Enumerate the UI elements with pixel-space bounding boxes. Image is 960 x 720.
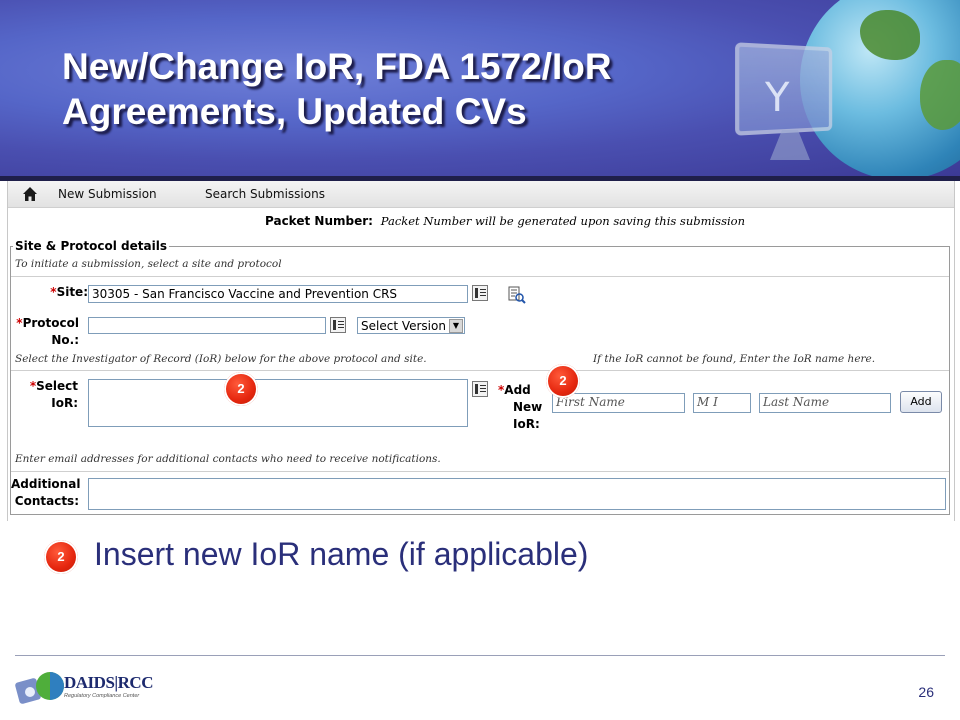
intro-note: To initiate a submission, select a site … xyxy=(15,258,282,270)
protocol-label-text: Protocol xyxy=(22,316,79,330)
slide-title: New/Change IoR, FDA 1572/IoR Agreements,… xyxy=(62,46,612,132)
contacts-note: Enter email addresses for additional con… xyxy=(15,453,441,465)
contacts-label-text: Additional xyxy=(11,477,81,491)
row-divider xyxy=(11,370,949,371)
first-name-input[interactable]: First Name xyxy=(552,393,685,413)
fieldset-legend: Site & Protocol details xyxy=(15,239,167,253)
site-input[interactable]: 30305 - San Francisco Vaccine and Preven… xyxy=(88,285,468,303)
select-ior-label-text: Select xyxy=(36,379,78,393)
bullet-badge: 2 xyxy=(44,540,78,574)
step-badge-right: 2 xyxy=(546,364,580,398)
home-icon[interactable] xyxy=(22,186,38,202)
search-icon[interactable] xyxy=(508,286,526,304)
site-label: *Site: xyxy=(38,284,88,301)
footer-divider xyxy=(15,655,945,656)
add-ior-label: *Add New IoR: xyxy=(498,382,546,433)
slide-banner: Y New/Change IoR, FDA 1572/IoR Agreement… xyxy=(0,0,960,176)
middle-initial-input[interactable]: M I xyxy=(693,393,751,413)
ior-note-left: Select the Investigator of Record (IoR) … xyxy=(15,353,427,365)
contacts-label: Additional Contacts: xyxy=(11,476,81,510)
packet-number-label: Packet Number: xyxy=(265,214,373,228)
protocol-label-text-2: No.: xyxy=(51,333,79,347)
protocol-input[interactable] xyxy=(88,317,326,334)
site-label-text: Site: xyxy=(56,285,88,299)
daids-rcc-logo: DAIDS|RCC Regulatory Compliance Center xyxy=(14,664,174,710)
protocol-label: *Protocol No.: xyxy=(13,315,79,349)
packet-number: Packet Number: Packet Number will be gen… xyxy=(265,214,745,228)
ior-lookup-icon[interactable] xyxy=(472,381,488,397)
logo-text: DAIDS|RCC xyxy=(64,673,153,692)
nav-search-submissions[interactable]: Search Submissions xyxy=(205,187,325,201)
last-name-input[interactable]: Last Name xyxy=(759,393,891,413)
add-ior-label-text-2: New xyxy=(513,400,543,414)
bullet-text: Insert new IoR name (if applicable) xyxy=(94,536,589,572)
chevron-down-icon[interactable]: ▼ xyxy=(449,319,463,333)
protocol-lookup-icon[interactable] xyxy=(330,317,346,333)
ior-note-right: If the IoR cannot be found, Enter the Io… xyxy=(593,353,876,365)
site-protocol-fieldset: Site & Protocol details xyxy=(10,239,950,515)
globe-land xyxy=(920,60,960,130)
logo-mark xyxy=(15,672,64,704)
form-screenshot: New Submission Search Submissions Packet… xyxy=(7,181,955,521)
row-divider xyxy=(11,276,949,277)
select-ior-label-text-2: IoR: xyxy=(51,396,78,410)
version-select[interactable]: Select Version ▼ xyxy=(357,317,465,334)
antibody-icon: Y xyxy=(765,75,790,121)
nav-new-submission[interactable]: New Submission xyxy=(58,187,157,201)
row-divider xyxy=(11,471,949,472)
step-badge-left: 2 xyxy=(224,372,258,406)
logo-subtext: Regulatory Compliance Center xyxy=(64,693,140,699)
packet-number-note: Packet Number will be generated upon sav… xyxy=(380,214,745,228)
add-ior-label-text-3: IoR: xyxy=(513,417,540,431)
version-select-value: Select Version xyxy=(361,319,446,333)
monitor-stand xyxy=(770,130,810,160)
page-number: 26 xyxy=(918,684,934,700)
top-nav: New Submission Search Submissions xyxy=(8,181,954,208)
contacts-input[interactable] xyxy=(88,478,946,510)
site-lookup-icon[interactable] xyxy=(472,285,488,301)
select-ior-label: *Select IoR: xyxy=(18,378,78,412)
add-ior-button[interactable]: Add xyxy=(900,391,942,413)
contacts-label-text-2: Contacts: xyxy=(14,494,79,508)
add-ior-label-text: Add xyxy=(504,383,531,397)
ior-listbox[interactable] xyxy=(88,379,468,427)
